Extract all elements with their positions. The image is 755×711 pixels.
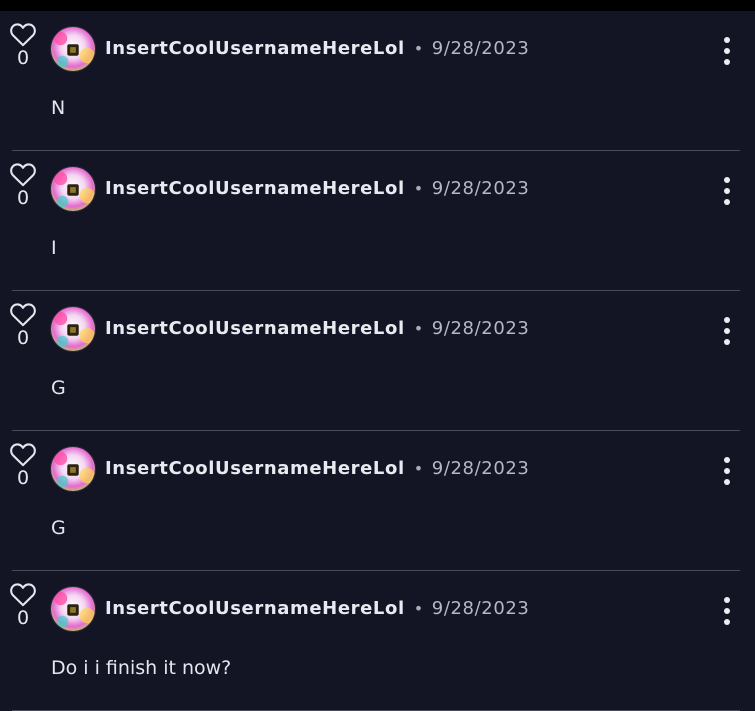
like-count: 0 (16, 467, 30, 489)
separator-dot: • (413, 319, 424, 338)
avatar-image (51, 167, 95, 211)
comment-item: 0 InsertCoolUsernameHereLol • 9/28/2023 … (0, 571, 755, 711)
kebab-menu-icon[interactable] (716, 177, 738, 205)
username-link[interactable]: InsertCoolUsernameHereLol (105, 598, 405, 619)
separator-dot: • (413, 599, 424, 618)
avatar[interactable] (50, 306, 96, 352)
comment-meta: InsertCoolUsernameHereLol • 9/28/2023 (105, 458, 529, 479)
like-control: 0 (8, 301, 38, 349)
comment-meta: InsertCoolUsernameHereLol • 9/28/2023 (105, 318, 529, 339)
comment-item: 0 InsertCoolUsernameHereLol • 9/28/2023 … (0, 431, 755, 571)
comment-date: 9/28/2023 (431, 458, 530, 479)
username-link[interactable]: InsertCoolUsernameHereLol (105, 318, 405, 339)
comment-date: 9/28/2023 (431, 598, 530, 619)
comment-meta: InsertCoolUsernameHereLol • 9/28/2023 (105, 178, 529, 199)
kebab-menu-icon[interactable] (716, 37, 738, 65)
kebab-menu-icon[interactable] (716, 457, 738, 485)
comment-text: G (51, 377, 66, 399)
kebab-menu-icon[interactable] (716, 317, 738, 345)
separator-dot: • (413, 179, 424, 198)
like-control: 0 (8, 441, 38, 489)
like-control: 0 (8, 21, 38, 69)
kebab-menu-icon[interactable] (716, 597, 738, 625)
like-count: 0 (16, 187, 30, 209)
heart-icon[interactable] (9, 161, 37, 187)
comment-text: N (51, 97, 66, 119)
heart-icon[interactable] (9, 441, 37, 467)
avatar-image (51, 307, 95, 351)
username-link[interactable]: InsertCoolUsernameHereLol (105, 178, 405, 199)
avatar[interactable] (50, 26, 96, 72)
avatar-image (51, 447, 95, 491)
avatar[interactable] (50, 166, 96, 212)
like-count: 0 (16, 47, 30, 69)
like-control: 0 (8, 581, 38, 629)
avatar-image (51, 587, 95, 631)
comment-item: 0 InsertCoolUsernameHereLol • 9/28/2023 … (0, 291, 755, 431)
username-link[interactable]: InsertCoolUsernameHereLol (105, 458, 405, 479)
avatar[interactable] (50, 446, 96, 492)
comment-text: G (51, 517, 66, 539)
like-count: 0 (16, 327, 30, 349)
avatar-image (51, 27, 95, 71)
comment-meta: InsertCoolUsernameHereLol • 9/28/2023 (105, 598, 529, 619)
comment-item: 0 InsertCoolUsernameHereLol • 9/28/2023 … (0, 11, 755, 151)
comment-date: 9/28/2023 (431, 38, 530, 59)
comment-item: 0 InsertCoolUsernameHereLol • 9/28/2023 … (0, 151, 755, 291)
comment-date: 9/28/2023 (431, 318, 530, 339)
avatar[interactable] (50, 586, 96, 632)
heart-icon[interactable] (9, 301, 37, 327)
comment-list: 0 InsertCoolUsernameHereLol • 9/28/2023 … (0, 11, 755, 711)
username-link[interactable]: InsertCoolUsernameHereLol (105, 38, 405, 59)
heart-icon[interactable] (9, 21, 37, 47)
like-control: 0 (8, 161, 38, 209)
comment-text: I (51, 237, 57, 259)
comment-meta: InsertCoolUsernameHereLol • 9/28/2023 (105, 38, 529, 59)
top-status-bar (0, 0, 755, 11)
separator-dot: • (413, 459, 424, 478)
like-count: 0 (16, 607, 30, 629)
comment-text: Do i i finish it now? (51, 657, 232, 679)
comment-date: 9/28/2023 (431, 178, 530, 199)
heart-icon[interactable] (9, 581, 37, 607)
separator-dot: • (413, 39, 424, 58)
